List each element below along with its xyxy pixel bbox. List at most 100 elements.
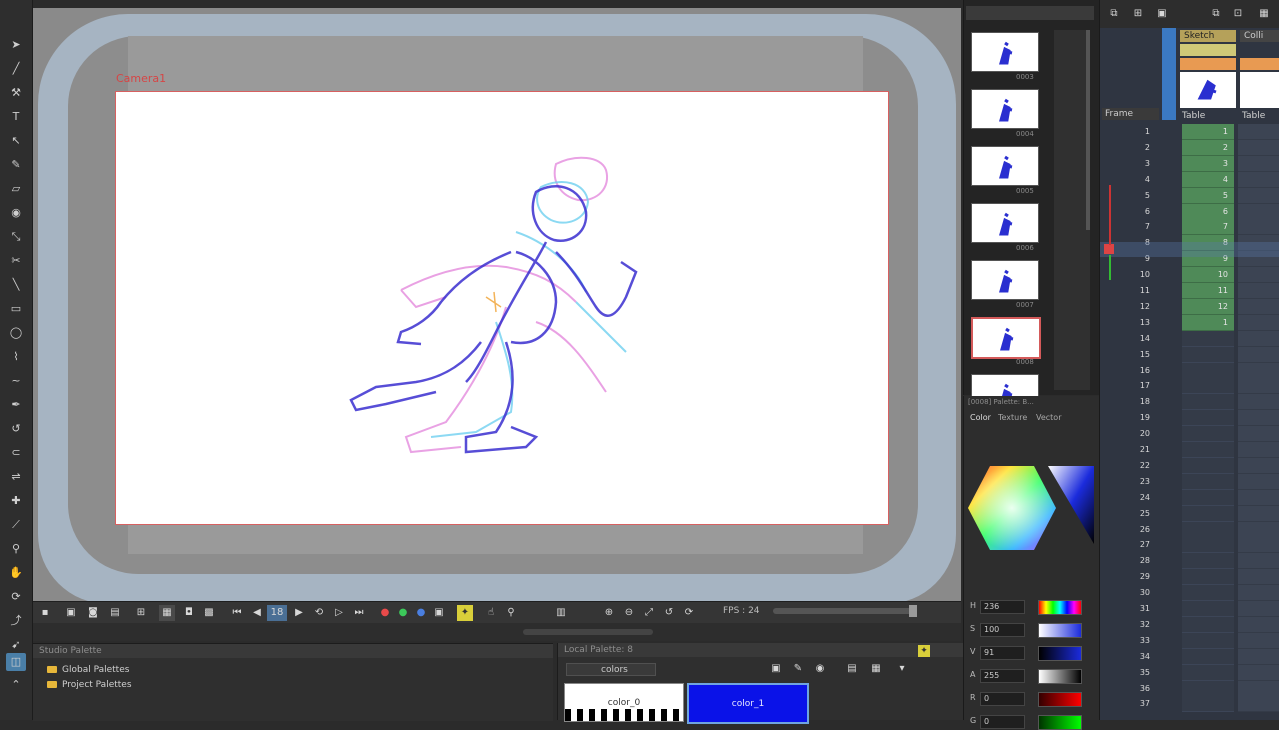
slider-value-field[interactable]: 100 (980, 623, 1025, 637)
exposure-cell[interactable] (1182, 569, 1234, 586)
close-gap-tool-icon[interactable]: ⊂ (6, 444, 26, 462)
onion-previous-icon[interactable]: ● (377, 605, 393, 621)
exposure-cell[interactable] (1238, 601, 1279, 617)
exposure-cell[interactable] (1238, 283, 1279, 299)
zoom-view-icon[interactable]: ⚲ (503, 605, 519, 621)
exposure-cell[interactable] (1238, 362, 1279, 379)
show-hide-icon[interactable]: ⊡ (1230, 6, 1246, 22)
timeline-frame-row[interactable]: 17 (1100, 378, 1279, 395)
timeline-frame-row[interactable]: 77 (1100, 219, 1279, 236)
exposure-cell[interactable] (1238, 442, 1279, 458)
transform-tool-icon[interactable]: ⤡ (6, 228, 26, 246)
ellipse-tool-icon[interactable]: ◯ (6, 324, 26, 342)
rotate-icon[interactable]: ⟳ (681, 605, 697, 621)
speed-slider[interactable] (773, 608, 913, 614)
slider-value-field[interactable]: 0 (980, 692, 1025, 706)
hand-view-icon[interactable]: ☝ (483, 605, 499, 621)
timeline-frame-row[interactable]: 33 (1100, 632, 1279, 649)
expand-toolbar-icon[interactable]: ⌃ (6, 676, 26, 694)
thumbnail-frame[interactable] (971, 146, 1039, 186)
timeline-frame-row[interactable]: 36 (1100, 680, 1279, 697)
palette-list-view-icon[interactable]: ▤ (844, 661, 860, 677)
timeline-frame-row[interactable]: 37 (1100, 696, 1279, 713)
add-column-icon[interactable]: ⊞ (1130, 6, 1146, 22)
colour-slider-g[interactable]: G0 (968, 715, 1096, 730)
exposure-cell[interactable] (1182, 616, 1234, 633)
last-frame-icon[interactable]: ⏭ (351, 605, 367, 621)
camera-tool-icon[interactable]: ➹ (6, 636, 26, 654)
layer-header[interactable]: Sketch (1180, 30, 1236, 42)
palette-swatch-view-icon[interactable]: ▦ (868, 661, 884, 677)
loop-icon[interactable]: ⟲ (311, 605, 327, 621)
onion-skin-tool-icon[interactable]: ◫ (6, 653, 26, 671)
play-icon[interactable]: ▶ (291, 605, 307, 621)
colour-slider-s[interactable]: S 100 (968, 623, 1096, 638)
exposure-cell[interactable] (1238, 489, 1279, 506)
timeline-frame-row[interactable]: 34 (1100, 648, 1279, 665)
timeline-frame-row[interactable]: 19 (1100, 410, 1279, 427)
onion-both-icon[interactable]: ● (413, 605, 429, 621)
exposure-cell[interactable] (1182, 473, 1234, 490)
playback-scrub-area[interactable] (33, 623, 961, 641)
cutter-tool-icon[interactable]: ✂ (6, 252, 26, 270)
slider-value-field[interactable]: 236 (980, 600, 1025, 614)
timeline-frame-row[interactable]: 10 10 (1100, 267, 1279, 284)
save-icon[interactable]: ▣ (63, 605, 79, 621)
exposure-cell[interactable] (1182, 442, 1234, 458)
select-tool-icon[interactable]: ➤ (6, 36, 26, 54)
timeline-frame-row[interactable]: 11 (1100, 124, 1279, 140)
exposure-cell[interactable] (1238, 457, 1279, 474)
palette-lock-icon[interactable]: ✦ (918, 645, 930, 657)
timeline-frame-row[interactable]: 13 1 (1100, 314, 1279, 331)
zoom-out-icon[interactable]: ⊖ (621, 605, 637, 621)
slider-gradient[interactable] (1038, 692, 1082, 707)
exposure-cell[interactable] (1182, 489, 1234, 506)
colour-slider-a[interactable]: A 255 (968, 669, 1096, 684)
exposure-cell[interactable] (1182, 632, 1234, 649)
tab-texture[interactable]: Texture (998, 413, 1027, 422)
exposure-cell[interactable] (1238, 696, 1279, 713)
exposure-cell[interactable] (1238, 155, 1279, 172)
palette-options-icon[interactable]: ▾ (894, 661, 910, 677)
exposure-cell[interactable] (1182, 346, 1234, 363)
next-frame-icon[interactable]: ▷ (331, 605, 347, 621)
eraser-tool-icon[interactable]: ▱ (6, 180, 26, 198)
timeline-frame-row[interactable]: 21 (1100, 442, 1279, 458)
drawing-canvas[interactable] (115, 91, 889, 525)
rotate-view-tool-icon[interactable]: ⟳ (6, 588, 26, 606)
exposure-cell[interactable] (1238, 505, 1279, 522)
exposure-cell[interactable] (1238, 680, 1279, 697)
exposure-cell[interactable] (1238, 187, 1279, 204)
dropper-tool-icon[interactable]: ◉ (6, 204, 26, 222)
exposure-cell[interactable] (1182, 648, 1234, 665)
timeline-frame-row[interactable]: 16 (1100, 362, 1279, 379)
colour-slider-v[interactable]: V 91 (968, 646, 1096, 661)
thumbnail-frame[interactable] (971, 32, 1039, 72)
timeline-frame-row[interactable]: 12 12 (1100, 298, 1279, 315)
timeline-frame-row[interactable]: 32 (1100, 616, 1279, 633)
exposure-cell[interactable] (1238, 346, 1279, 363)
light-table-icon[interactable]: ▦ (159, 605, 175, 621)
slider-value-field[interactable]: 255 (980, 669, 1025, 683)
contour-editor-icon[interactable]: ↖ (6, 132, 26, 150)
onion-next-icon[interactable]: ● (395, 605, 411, 621)
field-chart-icon[interactable]: ▩ (201, 605, 217, 621)
exposure-cell[interactable] (1182, 601, 1234, 617)
brush-tool-icon[interactable]: ╱ (6, 60, 26, 78)
timeline-frame-row[interactable]: 22 (1100, 457, 1279, 474)
bone-tool-icon[interactable]: ⟋ (6, 516, 26, 534)
timeline-frame-row[interactable]: 27 (1100, 537, 1279, 554)
render-icon[interactable]: ◙ (85, 605, 101, 621)
morph-tool-icon[interactable]: ⇌ (6, 468, 26, 486)
polyline-tool-icon[interactable]: ⌇ (6, 348, 26, 366)
exposure-cell[interactable] (1182, 362, 1234, 379)
exposure-cell[interactable] (1238, 473, 1279, 490)
playhead-marker[interactable] (1104, 244, 1114, 254)
tab-vector[interactable]: Vector (1036, 413, 1062, 422)
exposure-cell[interactable] (1238, 585, 1279, 602)
exposure-cell[interactable] (1238, 648, 1279, 665)
grid-icon[interactable]: ⊞ (133, 605, 149, 621)
exposure-cell[interactable] (1182, 537, 1234, 554)
exposure-cell[interactable] (1182, 696, 1234, 713)
exposure-cell[interactable] (1238, 298, 1279, 315)
